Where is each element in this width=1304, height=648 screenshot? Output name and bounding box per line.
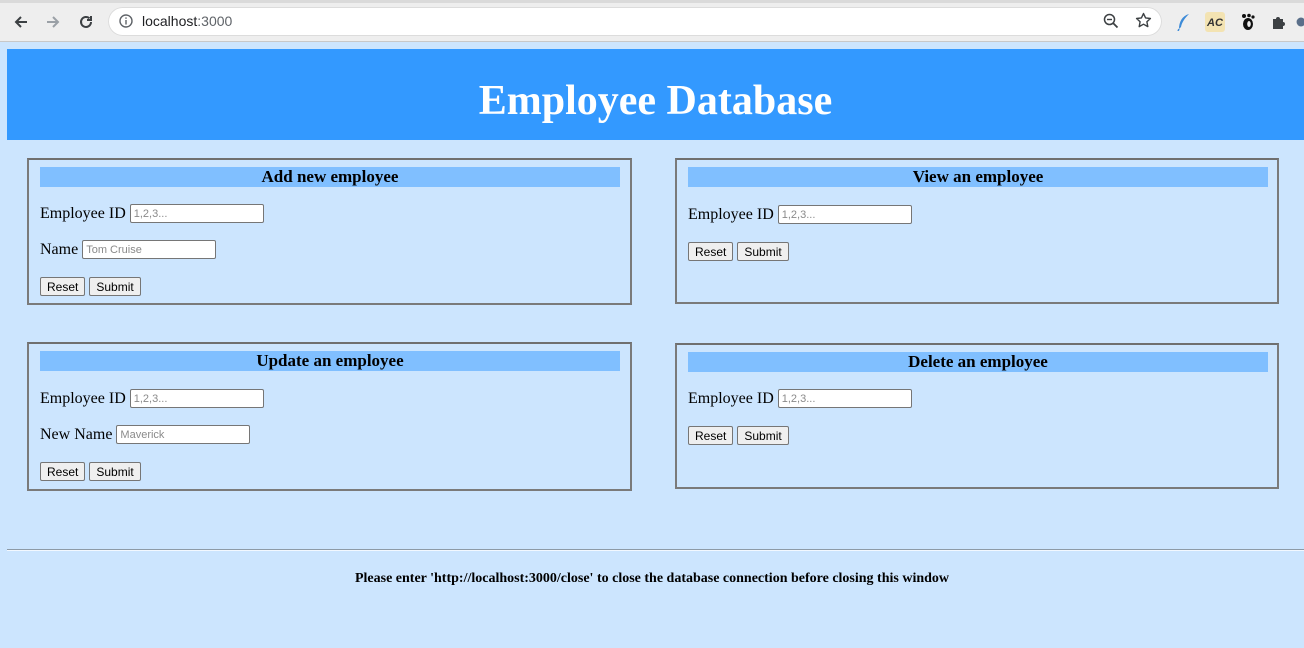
update-employee-id-label: Employee ID <box>40 389 126 407</box>
update-employee-id-input[interactable] <box>129 389 264 408</box>
delete-employee-reset-button[interactable]: Reset <box>688 426 734 445</box>
puzzle-extensions-icon[interactable] <box>1269 12 1289 32</box>
add-employee-name-input[interactable] <box>82 240 217 259</box>
zoom-icon[interactable] <box>1103 13 1119 34</box>
add-employee-id-row: Employee ID <box>40 204 264 223</box>
gnome-extension-icon[interactable] <box>1238 12 1258 32</box>
add-employee-name-row: Name <box>40 240 217 259</box>
add-employee-reset-button[interactable]: Reset <box>40 277 86 296</box>
ac-extension-icon[interactable]: AC <box>1205 12 1225 32</box>
delete-employee-id-label: Employee ID <box>688 389 774 407</box>
view-employee-reset-button[interactable]: Reset <box>688 242 734 261</box>
delete-employee-buttons: Reset Submit <box>688 426 789 445</box>
view-employee-title: View an employee <box>688 167 1268 187</box>
delete-employee-id-row: Employee ID <box>688 389 912 408</box>
tab-strip-edge <box>0 0 1304 3</box>
add-employee-buttons: Reset Submit <box>40 277 141 296</box>
address-bar[interactable]: localhost:3000 <box>108 7 1162 36</box>
url-host: localhost <box>142 13 198 29</box>
update-employee-panel: Update an employee Employee ID New Name … <box>27 342 632 491</box>
forward-arrow-icon[interactable] <box>41 10 65 34</box>
add-employee-submit-button[interactable]: Submit <box>89 277 141 296</box>
update-employee-name-input[interactable] <box>116 425 251 444</box>
update-employee-buttons: Reset Submit <box>40 462 141 481</box>
profile-avatar-icon[interactable] <box>1296 12 1304 32</box>
back-arrow-icon[interactable] <box>9 10 33 34</box>
delete-employee-submit-button[interactable]: Submit <box>737 426 789 445</box>
view-employee-buttons: Reset Submit <box>688 242 789 261</box>
delete-employee-panel: Delete an employee Employee ID Reset Sub… <box>675 343 1279 489</box>
feather-extension-icon[interactable] <box>1174 12 1194 32</box>
svg-text:AC: AC <box>1206 17 1224 29</box>
view-employee-id-label: Employee ID <box>688 205 774 223</box>
url-text: localhost:3000 <box>142 13 232 29</box>
footer-divider <box>7 549 1304 551</box>
update-employee-id-row: Employee ID <box>40 389 264 408</box>
update-employee-name-row: New Name <box>40 425 251 444</box>
bookmark-star-icon[interactable] <box>1135 12 1152 34</box>
footer-note: Please enter 'http://localhost:3000/clos… <box>354 571 950 586</box>
delete-employee-title: Delete an employee <box>688 352 1268 372</box>
add-employee-title: Add new employee <box>40 167 620 187</box>
add-employee-id-input[interactable] <box>129 204 264 223</box>
delete-employee-id-input[interactable] <box>777 389 912 408</box>
url-port: :3000 <box>197 13 233 29</box>
page-title: Employee Database <box>478 77 833 124</box>
add-employee-id-label: Employee ID <box>40 204 126 222</box>
page-header: Employee Database <box>7 49 1304 140</box>
add-employee-panel: Add new employee Employee ID Name Reset … <box>27 158 632 305</box>
reload-icon[interactable] <box>74 10 98 34</box>
view-employee-panel: View an employee Employee ID Reset Submi… <box>675 158 1279 304</box>
update-employee-reset-button[interactable]: Reset <box>40 462 86 481</box>
update-employee-title: Update an employee <box>40 351 620 371</box>
update-employee-name-label: New Name <box>40 425 113 443</box>
update-employee-submit-button[interactable]: Submit <box>89 462 141 481</box>
view-employee-submit-button[interactable]: Submit <box>737 242 789 261</box>
view-employee-id-input[interactable] <box>777 205 912 224</box>
view-employee-id-row: Employee ID <box>688 205 912 224</box>
browser-toolbar: localhost:3000 AC <box>0 0 1304 42</box>
add-employee-name-label: Name <box>40 240 79 258</box>
site-info-icon[interactable] <box>119 14 133 33</box>
